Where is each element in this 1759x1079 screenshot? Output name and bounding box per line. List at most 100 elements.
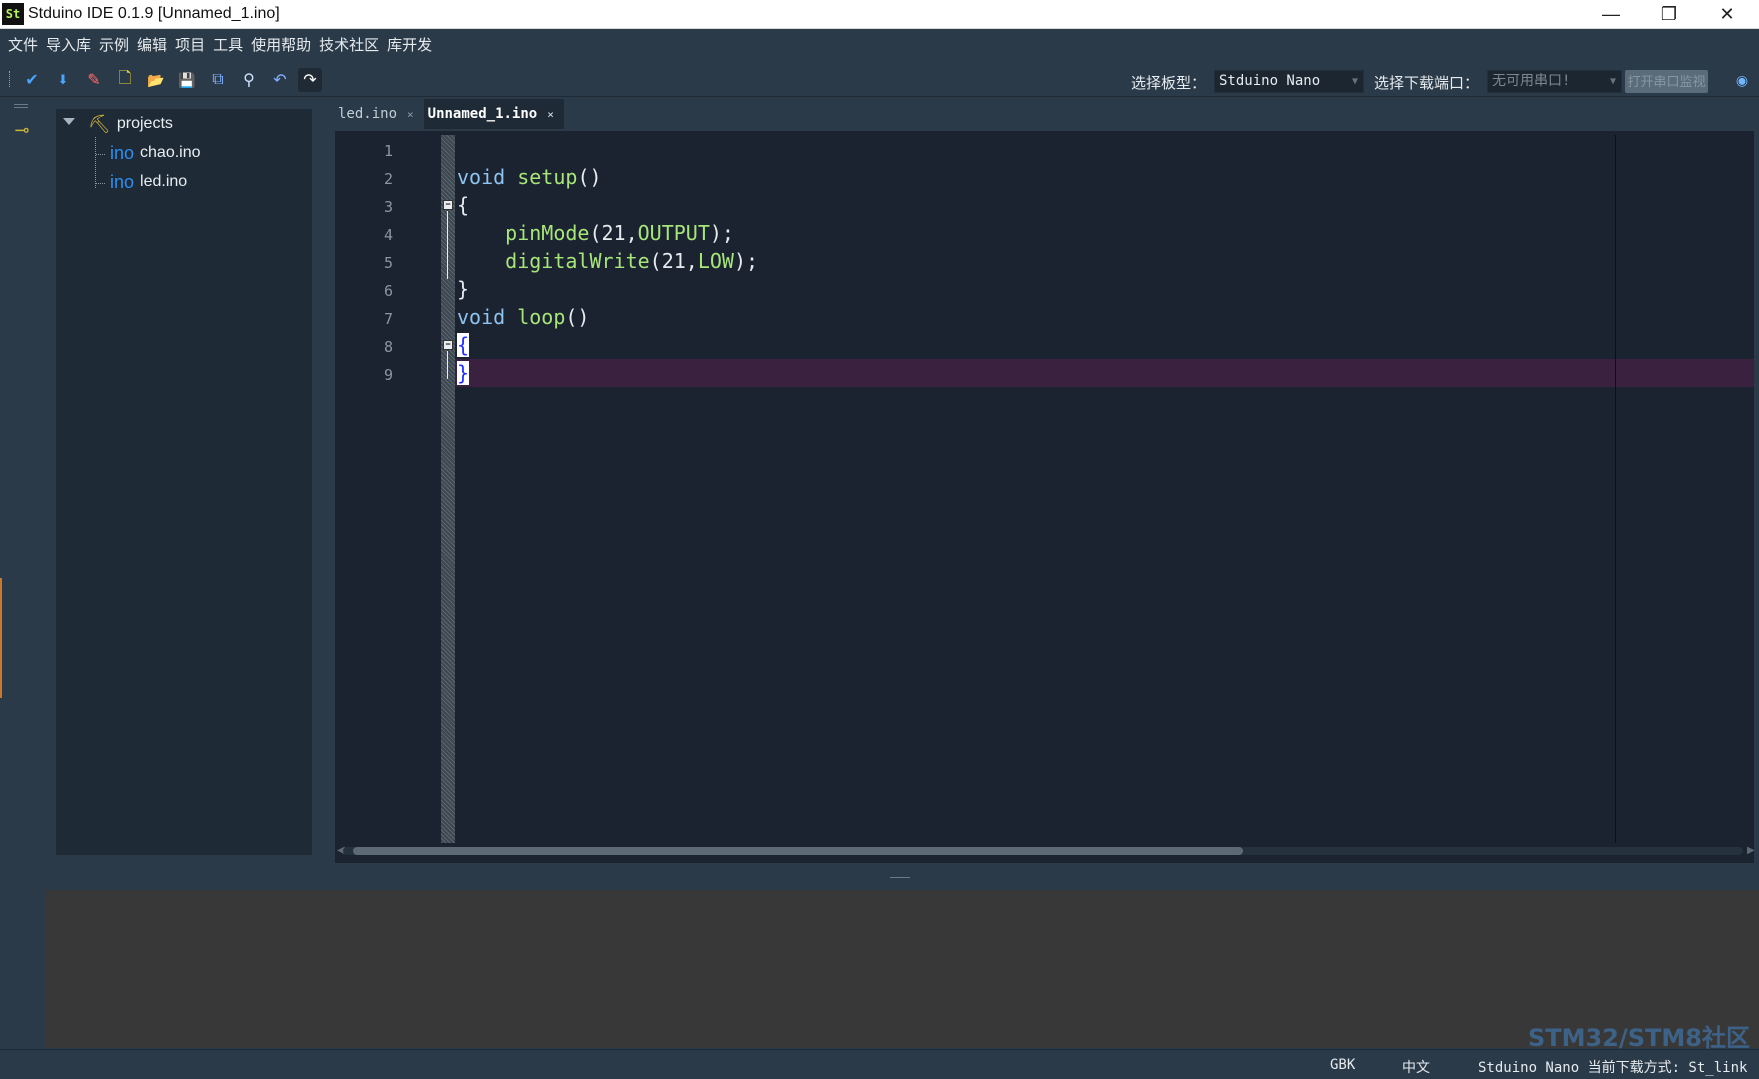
menu-import-library[interactable]: 导入库 — [46, 30, 91, 62]
menu-community[interactable]: 技术社区 — [319, 30, 379, 62]
restore-button[interactable]: ❐ — [1641, 0, 1697, 29]
tree-guide-line — [96, 154, 105, 155]
scroll-right-icon[interactable]: ▶ — [1747, 845, 1755, 856]
port-select[interactable]: 无可用串口! ▼ — [1487, 70, 1622, 93]
erase-button[interactable]: ✎ — [82, 68, 106, 92]
open-button[interactable]: 📂 — [144, 68, 168, 92]
code-line-4: pinMode(21,OUTPUT); — [505, 221, 734, 245]
save-icon: 💾 — [178, 71, 196, 88]
status-board-info: Stduino Nano 当前下载方式: St_link — [1478, 1060, 1748, 1076]
board-label: 选择板型： — [1131, 75, 1207, 92]
edge-column-line — [1615, 135, 1616, 843]
menu-help[interactable]: 使用帮助 — [251, 30, 311, 62]
fold-toggle-icon[interactable]: − — [443, 340, 453, 350]
serial-monitor-button[interactable]: 打开串口监视 — [1625, 70, 1708, 93]
eraser-icon: ✎ — [87, 72, 101, 89]
scrollbar-thumb[interactable] — [353, 847, 1243, 855]
tree-root-label: projects — [116, 115, 173, 132]
menu-library-dev[interactable]: 库开发 — [387, 30, 432, 62]
status-bar: GBK 中文 Stduino Nano 当前下载方式: St_link — [0, 1049, 1759, 1079]
menu-edit[interactable]: 编辑 — [137, 30, 167, 62]
close-icon[interactable]: × — [407, 108, 414, 121]
minimize-button[interactable]: — — [1583, 0, 1639, 29]
port-label: 选择下载端口： — [1374, 75, 1480, 92]
tree-item-led[interactable]: ino led.ino — [110, 169, 187, 195]
line-number: 2 — [383, 170, 393, 188]
port-select-value: 无可用串口! — [1492, 73, 1571, 89]
board-select[interactable]: Stduino Nano ▼ — [1214, 70, 1364, 93]
watermark: STM32/STM8社区 — [1528, 1024, 1750, 1052]
serial-plug-icon[interactable]: ⊸ — [7, 120, 37, 144]
tab-led-ino[interactable]: led.ino × — [334, 99, 424, 129]
project-tree: ⛏ projects ino chao.ino ino led.ino — [56, 109, 312, 855]
verify-button[interactable]: ✔ — [20, 68, 44, 92]
tree-item-chao[interactable]: ino chao.ino — [110, 140, 201, 166]
code-line-8: { — [457, 331, 470, 359]
line-number: 7 — [383, 310, 393, 328]
redo-button[interactable]: ↷ — [298, 68, 322, 92]
code-line-5: digitalWrite(21,LOW); — [505, 249, 759, 273]
menu-project[interactable]: 项目 — [175, 30, 205, 62]
save-all-icon: ⧉ — [212, 71, 224, 88]
find-icon: ⚲ — [243, 72, 255, 89]
code-line-9: } — [457, 359, 470, 387]
horizontal-scrollbar[interactable]: ◀ ▶ — [337, 845, 1755, 857]
line-number: 3 — [383, 198, 393, 216]
code-line-2: void setup() — [457, 165, 602, 189]
line-number: 5 — [383, 254, 393, 272]
toolbar: ✔ ⬇ ✎ 🗋 📂 💾 ⧉ ⚲ ↶ ↷ 选择板型： Stduino Nano ▼… — [0, 63, 1759, 97]
editor-tabs: led.ino × Unnamed_1.ino × — [334, 99, 564, 129]
fold-margin[interactable] — [441, 135, 455, 843]
app-logo-icon: St — [2, 3, 24, 25]
ino-file-icon: ino — [110, 171, 135, 192]
activity-marker — [0, 578, 2, 698]
menu-examples[interactable]: 示例 — [99, 30, 129, 62]
matched-brace: { — [457, 333, 470, 357]
activity-bar: ⊸ — [0, 98, 42, 1048]
eye-button[interactable]: ◉ — [1730, 68, 1754, 92]
title-bar: St Stduino IDE 0.1.9 [Unnamed_1.ino] — ❐… — [0, 0, 1759, 29]
code-editor[interactable]: 1 2 3 4 5 6 7 8 9 − − void setup() { pin… — [334, 130, 1755, 864]
code-text-area[interactable]: void setup() { pinMode(21,OUTPUT); digit… — [455, 131, 1754, 843]
code-line-7: void loop() — [457, 305, 590, 329]
current-line-highlight — [455, 359, 1754, 387]
upload-button[interactable]: ⬇ — [51, 68, 75, 92]
tree-guide-line — [96, 183, 105, 184]
menu-tools[interactable]: 工具 — [213, 30, 243, 62]
upload-icon: ⬇ — [57, 72, 69, 87]
chevron-down-icon: ▼ — [1351, 76, 1359, 87]
save-button[interactable]: 💾 — [175, 68, 199, 92]
undo-button[interactable]: ↶ — [268, 68, 292, 92]
menu-bar: 文件 导入库 示例 编辑 项目 工具 使用帮助 技术社区 库开发 — [0, 30, 1759, 62]
redo-icon: ↷ — [303, 72, 317, 89]
menu-file[interactable]: 文件 — [8, 30, 38, 62]
save-all-button[interactable]: ⧉ — [206, 68, 230, 92]
new-file-icon: 🗋 — [118, 69, 132, 87]
toolbar-grip[interactable] — [9, 71, 12, 87]
find-button[interactable]: ⚲ — [237, 68, 261, 92]
tree-guide-line — [95, 137, 96, 188]
close-icon[interactable]: × — [547, 108, 554, 121]
line-number: 1 — [383, 142, 393, 160]
line-number-gutter: 1 2 3 4 5 6 7 8 9 — [335, 131, 441, 843]
ino-file-icon: ino — [110, 142, 135, 163]
tree-item-label: led.ino — [140, 173, 188, 190]
line-number: 9 — [383, 366, 393, 384]
code-line-3: { — [457, 193, 470, 217]
window-title: Stduino IDE 0.1.9 [Unnamed_1.ino] — [28, 5, 280, 22]
status-encoding[interactable]: GBK — [1330, 1057, 1355, 1073]
line-number: 4 — [383, 226, 393, 244]
tab-unnamed-1-ino[interactable]: Unnamed_1.ino × — [423, 99, 564, 129]
chevron-down-icon: ▼ — [1609, 76, 1617, 87]
tab-label: led.ino — [338, 106, 398, 122]
fold-toggle-icon[interactable]: − — [443, 200, 453, 210]
project-folder-icon: ⛏ — [88, 113, 111, 134]
close-window-button[interactable]: ✕ — [1699, 0, 1755, 29]
expand-arrow-icon[interactable] — [63, 118, 75, 125]
status-language[interactable]: 中文 — [1402, 1057, 1430, 1077]
new-file-button[interactable]: 🗋 — [113, 68, 137, 92]
output-panel[interactable] — [45, 890, 1759, 1048]
activity-grip[interactable] — [14, 104, 28, 108]
panel-splitter[interactable] — [890, 877, 910, 878]
tree-root-projects[interactable]: ⛏ projects — [56, 111, 312, 137]
